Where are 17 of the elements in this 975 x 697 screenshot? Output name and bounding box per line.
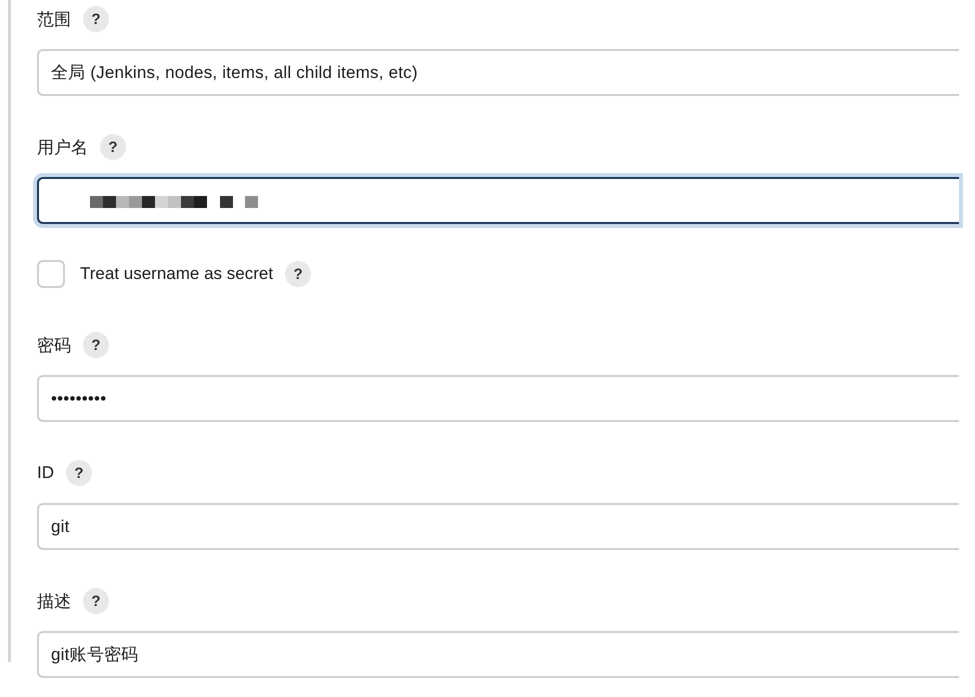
help-icon[interactable]: ? xyxy=(66,460,92,486)
field-label: 描述 xyxy=(37,590,71,612)
checkbox[interactable] xyxy=(37,260,65,288)
help-icon[interactable]: ? xyxy=(285,261,312,287)
field-label: ID xyxy=(37,463,54,483)
help-icon[interactable]: ? xyxy=(83,588,109,614)
field-label: 用户名 xyxy=(37,136,88,158)
field-label: 密码 xyxy=(37,334,71,356)
help-icon[interactable]: ? xyxy=(100,134,126,160)
help-icon[interactable]: ? xyxy=(83,6,109,32)
scope-select[interactable]: 全局 (Jenkins, nodes, items, all child items, etc) xyxy=(37,49,959,96)
field-label: 范围 xyxy=(37,8,71,30)
help-icon[interactable]: ? xyxy=(83,332,109,358)
input-field[interactable]: ••••••••• xyxy=(37,375,959,422)
input-field[interactable]: git xyxy=(37,503,959,550)
input-field[interactable]: git账号密码 xyxy=(37,631,959,678)
checkbox-label[interactable]: Treat username as secret xyxy=(80,264,274,284)
